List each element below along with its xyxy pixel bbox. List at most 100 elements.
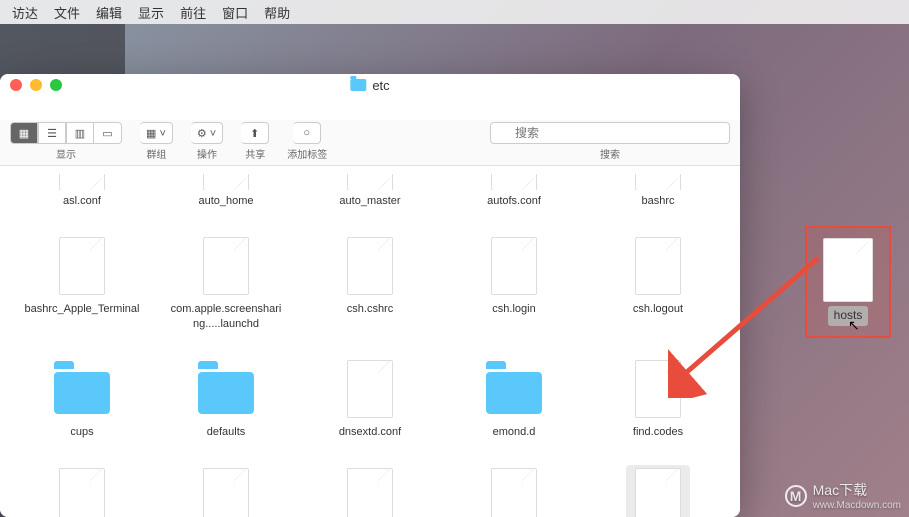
file-name: csh.login (492, 302, 535, 316)
file-name: bashrc (641, 194, 674, 208)
file-item-auto-home[interactable]: auto_home (164, 166, 288, 216)
share-group: ⬆ 共享 (241, 122, 269, 161)
folder-icon (482, 357, 546, 421)
document-icon (482, 234, 546, 298)
menu-finder[interactable]: 访达 (12, 3, 38, 22)
file-item-autofs-conf[interactable]: autofs.conf (452, 166, 576, 216)
document-icon (626, 174, 690, 190)
finder-window: etc ▦ ☰ ▥ ▭ 显示 ▦ ˅ 群组 ⚙ ˅ 操作 ⬆ 共享 ○ (0, 74, 740, 517)
tags-label: 添加标签 (287, 146, 327, 161)
file-item-gettytab[interactable]: gettytab (308, 457, 432, 517)
file-item-dnsextd-conf[interactable]: dnsextd.conf (308, 349, 432, 447)
document-icon (338, 234, 402, 298)
document-icon (482, 465, 546, 517)
file-item-csh-login[interactable]: csh.login (452, 226, 576, 339)
finder-content[interactable]: asl.conf auto_home auto_master autofs.conf b… (0, 166, 740, 517)
file-name: auto_home (198, 194, 253, 208)
menu-file[interactable]: 文件 (54, 3, 80, 22)
file-name: csh.cshrc (347, 302, 393, 316)
file-name: defaults (207, 425, 246, 439)
folder-icon (50, 357, 114, 421)
file-item-ftpusers[interactable]: ftpusers (164, 457, 288, 517)
folder-icon (350, 79, 366, 91)
share-button[interactable]: ⬆ (241, 122, 269, 144)
list-view-button[interactable]: ☰ (38, 122, 66, 144)
action-group: ⚙ ˅ 操作 (191, 122, 223, 161)
document-icon (816, 238, 880, 302)
watermark: M Mac下载 www.Macdown.com (785, 480, 901, 511)
document-icon (194, 174, 258, 190)
folder-icon (194, 357, 258, 421)
menu-help[interactable]: 帮助 (264, 3, 290, 22)
gallery-view-button[interactable]: ▭ (94, 122, 122, 144)
search-input[interactable] (490, 122, 730, 144)
menu-window[interactable]: 窗口 (222, 3, 248, 22)
group-label: 群组 (146, 146, 166, 161)
share-label: 共享 (245, 146, 265, 161)
menu-go[interactable]: 前往 (180, 3, 206, 22)
document-icon (338, 357, 402, 421)
system-menubar: 访达 文件 编辑 显示 前往 窗口 帮助 (0, 0, 909, 24)
file-item-bashrc[interactable]: bashrc (596, 166, 720, 216)
tags-group: ○ 添加标签 (287, 122, 327, 161)
file-item-cups[interactable]: cups (20, 349, 144, 447)
column-view-button[interactable]: ▥ (66, 122, 94, 144)
window-controls (10, 79, 62, 91)
action-button[interactable]: ⚙ ˅ (191, 122, 223, 144)
file-item-hosts[interactable]: hosts (596, 457, 720, 517)
file-name: autofs.conf (487, 194, 541, 208)
document-icon (338, 174, 402, 190)
menu-view[interactable]: 显示 (138, 3, 164, 22)
file-name: dnsextd.conf (339, 425, 401, 439)
finder-toolbar: ▦ ☰ ▥ ▭ 显示 ▦ ˅ 群组 ⚙ ˅ 操作 ⬆ 共享 ○ 添加标签 (0, 120, 740, 166)
document-icon (626, 234, 690, 298)
view-mode-group: ▦ ☰ ▥ ▭ 显示 (10, 122, 122, 161)
document-icon (194, 465, 258, 517)
document-icon (50, 465, 114, 517)
close-button[interactable] (10, 79, 22, 91)
file-item-bashrc-apple-terminal[interactable]: bashrc_Apple_Terminal (20, 226, 144, 339)
watermark-brand: Mac下载 (813, 480, 901, 500)
action-label: 操作 (197, 146, 217, 161)
file-name: emond.d (493, 425, 536, 439)
file-item-auto-master[interactable]: auto_master (308, 166, 432, 216)
window-title: etc (350, 78, 389, 93)
file-name: auto_master (339, 194, 400, 208)
search-group: 搜索 (490, 122, 730, 161)
document-icon (194, 234, 258, 298)
document-icon (338, 465, 402, 517)
finder-titlebar: etc (0, 74, 740, 120)
document-icon (482, 174, 546, 190)
desktop-file-hosts-highlighted[interactable]: hosts ↖ (805, 226, 891, 338)
menu-edit[interactable]: 编辑 (96, 3, 122, 22)
file-item-defaults[interactable]: defaults (164, 349, 288, 447)
file-item-emond-d[interactable]: emond.d (452, 349, 576, 447)
search-label: 搜索 (600, 146, 620, 161)
file-item-csh-cshrc[interactable]: csh.cshrc (308, 226, 432, 339)
file-name: com.apple.screensharing.....launchd (168, 302, 284, 331)
tags-button[interactable]: ○ (293, 122, 321, 144)
file-item-asl-conf[interactable]: asl.conf (20, 166, 144, 216)
file-item-find-codes[interactable]: find.codes (596, 349, 720, 447)
file-item-com-apple-screensharing-launchd[interactable]: com.apple.screensharing.....launchd (164, 226, 288, 339)
document-icon (626, 465, 690, 517)
file-item-fstab-hd[interactable]: fstab.hd (20, 457, 144, 517)
group-button[interactable]: ▦ ˅ (140, 122, 173, 144)
watermark-logo-icon: M (785, 485, 807, 507)
maximize-button[interactable] (50, 79, 62, 91)
view-label: 显示 (56, 146, 76, 161)
minimize-button[interactable] (30, 79, 42, 91)
watermark-url: www.Macdown.com (813, 500, 901, 511)
file-name: find.codes (633, 425, 683, 439)
document-icon (626, 357, 690, 421)
file-name: cups (70, 425, 93, 439)
file-name: bashrc_Apple_Terminal (25, 302, 140, 316)
document-icon (50, 174, 114, 190)
cursor-icon: ↖ (848, 317, 860, 334)
file-name: asl.conf (63, 194, 101, 208)
icon-view-button[interactable]: ▦ (10, 122, 38, 144)
file-item-group[interactable]: group (452, 457, 576, 517)
file-item-csh-logout[interactable]: csh.logout (596, 226, 720, 339)
document-icon (50, 234, 114, 298)
file-name: csh.logout (633, 302, 683, 316)
